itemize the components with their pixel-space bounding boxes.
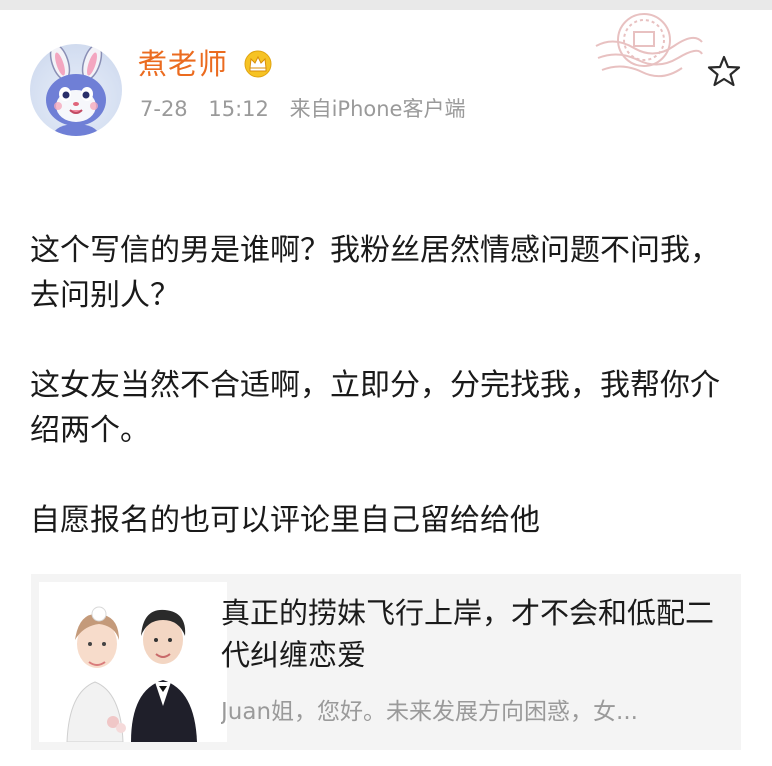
article-title[interactable]: 真正的捞妹飞行上岸，才不会和低配二代纠缠恋爱: [221, 592, 721, 676]
crown-badge-icon: [244, 50, 272, 78]
post-meta: 7-28 15:12 来自iPhone客户端: [140, 94, 465, 124]
author-name[interactable]: 煮老师: [138, 44, 228, 84]
author-avatar[interactable]: [30, 44, 122, 136]
seal-stamp-icon: [595, 13, 703, 78]
post-paragraph: 这女友当然不合适啊，立即分，分完找我，我帮你介绍两个。: [30, 368, 720, 448]
couple-illustration-icon: [39, 582, 227, 742]
post-source[interactable]: 来自iPhone客户端: [290, 97, 466, 121]
bunny-avatar-icon: [46, 44, 106, 136]
post-date: 7-28: [140, 97, 188, 121]
post-body: 这个写信的男是谁啊？我粉丝居然情感问题不问我，去问别人？ 这女友当然不合适啊，立…: [30, 228, 742, 543]
article-thumbnail: [39, 582, 227, 742]
article-description: Juan姐，您好。未来发展方向困惑，女...: [221, 699, 638, 725]
star-outline-icon[interactable]: [707, 54, 741, 88]
linked-article-card[interactable]: 真正的捞妹飞行上岸，才不会和低配二代纠缠恋爱 Juan姐，您好。未来发展方向困惑…: [31, 574, 741, 750]
post-time: 15:12: [208, 97, 269, 121]
post-paragraph: 自愿报名的也可以评论里自己留给给他: [30, 503, 540, 538]
post-paragraph: 这个写信的男是谁啊？我粉丝居然情感问题不问我，去问别人？: [30, 233, 720, 313]
